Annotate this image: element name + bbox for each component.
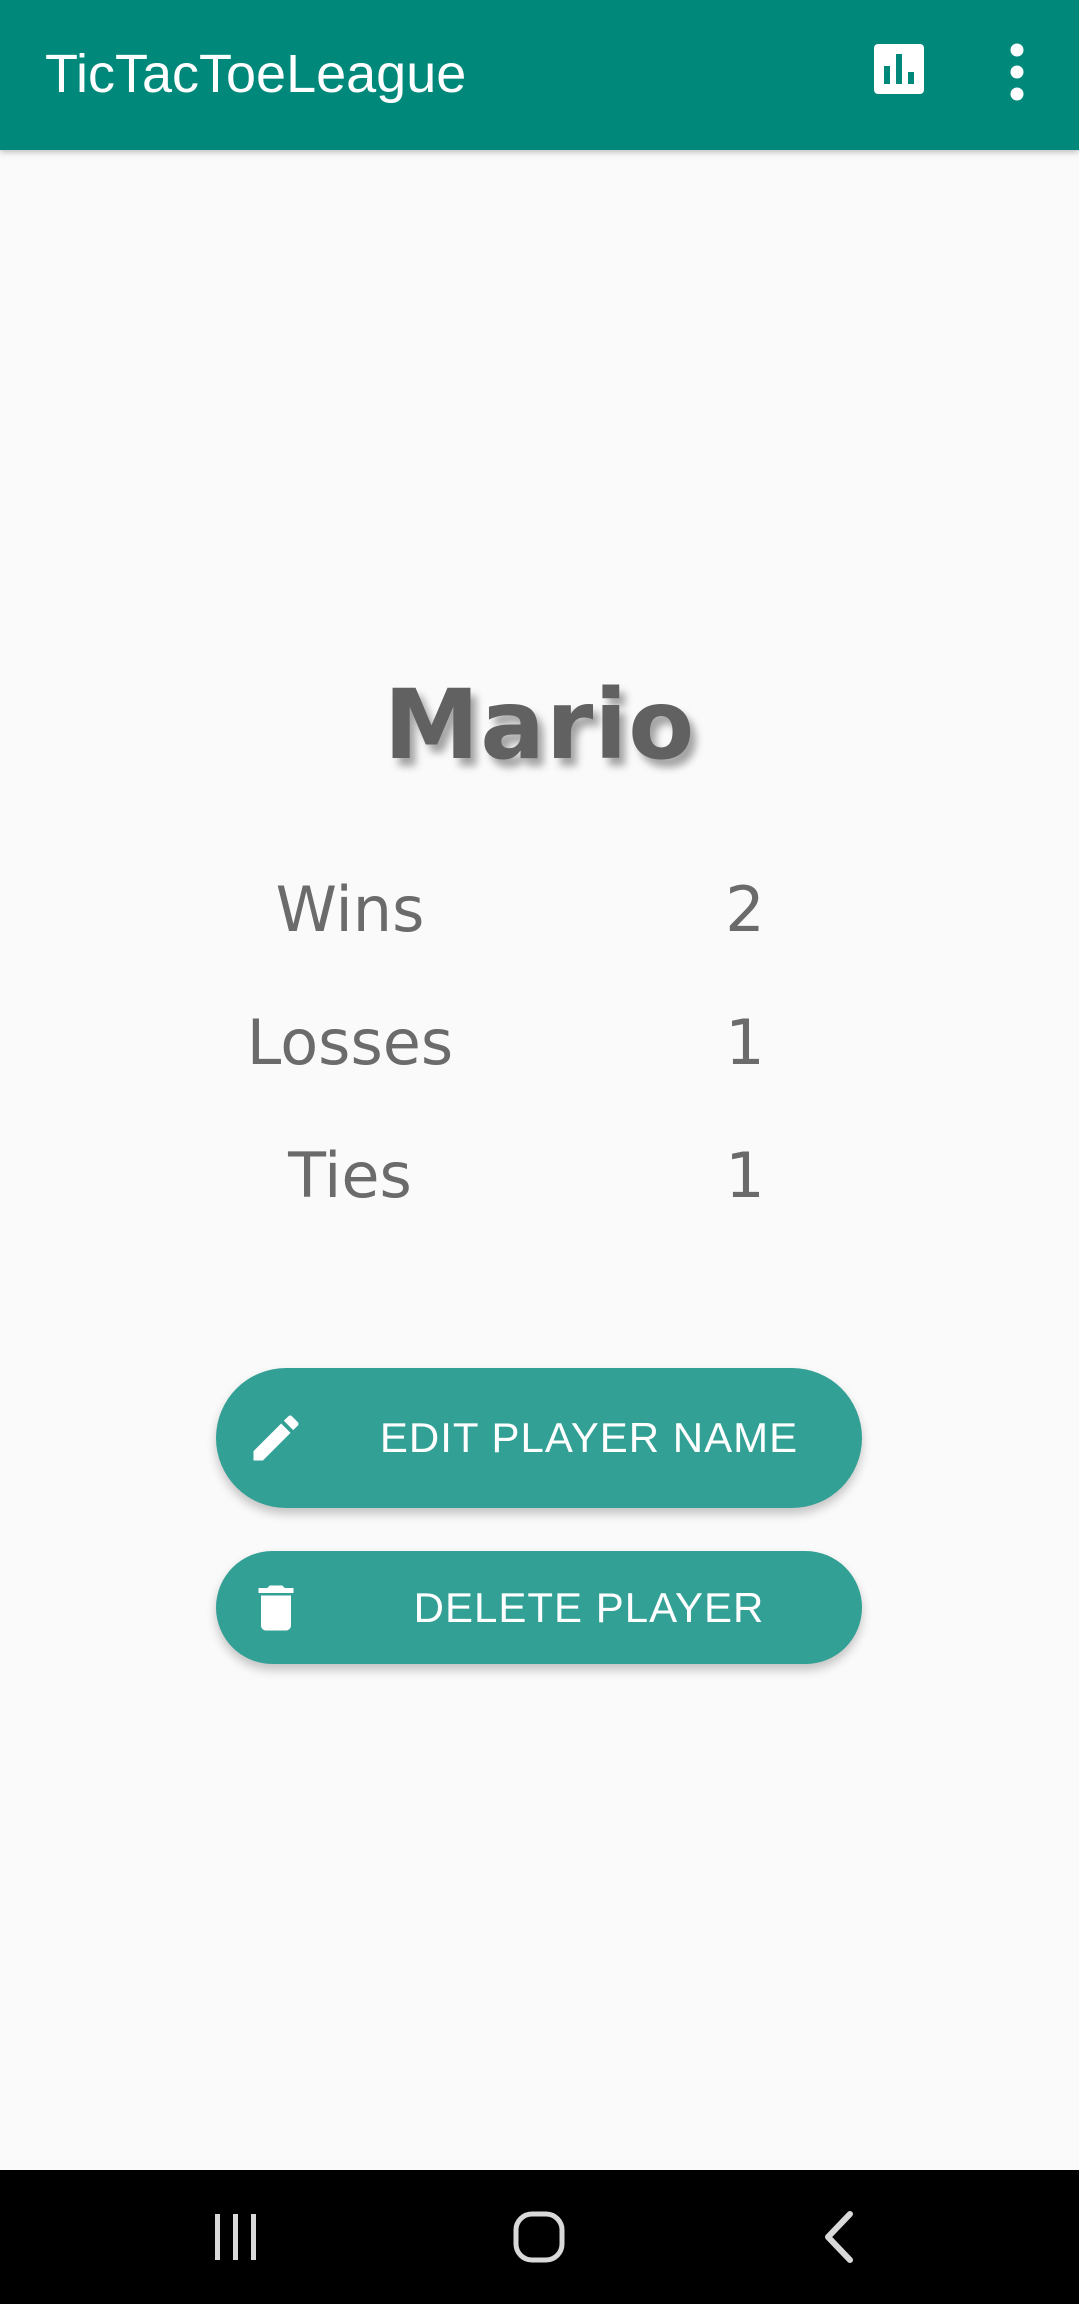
back-icon — [825, 2211, 853, 2263]
stat-value: 1 — [725, 1139, 765, 1212]
app-bar: TicTacToeLeague — [0, 0, 1079, 150]
player-name: Mario — [383, 669, 696, 781]
bar-chart-icon — [874, 44, 924, 94]
stat-value: 2 — [725, 873, 765, 946]
recent-apps-button[interactable] — [191, 2192, 281, 2282]
recent-apps-icon — [215, 2214, 256, 2260]
delete-player-button[interactable]: DELETE PLAYER — [216, 1551, 862, 1664]
trash-icon — [258, 1585, 294, 1630]
edit-button-label: EDIT PLAYER NAME — [379, 1414, 799, 1461]
home-icon — [513, 2211, 565, 2263]
stat-row-ties: Ties 1 — [0, 1131, 1079, 1221]
stat-row-wins: Wins 2 — [0, 865, 1079, 955]
stat-label: Losses — [246, 1006, 454, 1079]
edit-player-name-button[interactable]: EDIT PLAYER NAME — [216, 1368, 862, 1508]
app-title: TicTacToeLeague — [45, 44, 467, 104]
system-nav-bar — [0, 2170, 1079, 2304]
more-vert-icon — [1010, 43, 1024, 101]
back-button[interactable] — [796, 2192, 886, 2282]
pencil-icon — [253, 1415, 299, 1461]
delete-button-label: DELETE PLAYER — [413, 1583, 765, 1631]
stat-row-losses: Losses 1 — [0, 998, 1079, 1088]
overflow-menu-button[interactable] — [992, 36, 1042, 108]
home-button[interactable] — [494, 2192, 584, 2282]
statistics-button[interactable] — [866, 36, 932, 102]
stat-label: Wins — [275, 873, 425, 946]
stat-label: Ties — [288, 1139, 412, 1212]
stat-value: 1 — [725, 1006, 765, 1079]
